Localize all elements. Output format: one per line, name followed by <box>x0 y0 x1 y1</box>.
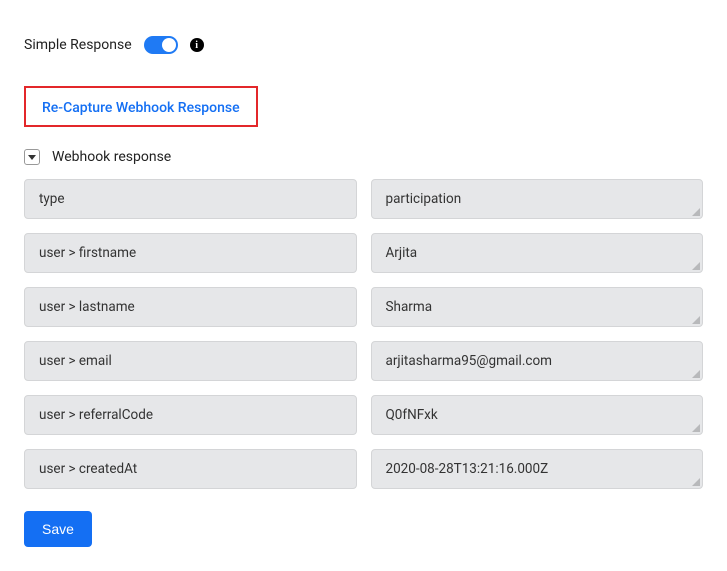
value-text: arjitasharma95@gmail.com <box>386 353 552 369</box>
value-cell[interactable]: arjitasharma95@gmail.com <box>371 341 704 381</box>
key-text: type <box>39 191 65 207</box>
chevron-down-icon <box>28 155 36 160</box>
collapse-toggle-button[interactable] <box>24 149 40 165</box>
value-cell[interactable]: 2020-08-28T13:21:16.000Z <box>371 449 704 489</box>
simple-response-row: Simple Response i <box>24 36 703 54</box>
recapture-highlight-box: Re-Capture Webhook Response <box>24 86 258 127</box>
toggle-knob <box>162 38 176 52</box>
value-text: participation <box>386 191 462 207</box>
value-cell[interactable]: Q0fNFxk <box>371 395 704 435</box>
key-cell[interactable]: user > firstname <box>24 233 357 273</box>
webhook-response-grid: type participation user > firstname Arji… <box>24 179 703 489</box>
key-text: user > referralCode <box>39 407 153 423</box>
webhook-response-label: Webhook response <box>52 149 171 165</box>
value-text: Arjita <box>386 245 418 261</box>
key-text: user > email <box>39 353 112 369</box>
key-text: user > firstname <box>39 245 136 261</box>
key-cell[interactable]: user > referralCode <box>24 395 357 435</box>
value-text: Q0fNFxk <box>386 407 438 423</box>
key-text: user > lastname <box>39 299 135 315</box>
save-button[interactable]: Save <box>24 511 92 547</box>
simple-response-toggle[interactable] <box>144 36 178 54</box>
value-cell[interactable]: Sharma <box>371 287 704 327</box>
key-cell[interactable]: user > lastname <box>24 287 357 327</box>
previous-line-fragment: save Button. <box>49 0 703 8</box>
key-cell[interactable]: type <box>24 179 357 219</box>
webhook-response-header: Webhook response <box>24 149 703 165</box>
value-cell[interactable]: Arjita <box>371 233 704 273</box>
key-cell[interactable]: user > createdAt <box>24 449 357 489</box>
simple-response-label: Simple Response <box>24 37 132 53</box>
value-text: Sharma <box>386 299 433 315</box>
key-cell[interactable]: user > email <box>24 341 357 381</box>
value-text: 2020-08-28T13:21:16.000Z <box>386 461 549 477</box>
value-cell[interactable]: participation <box>371 179 704 219</box>
recapture-webhook-link[interactable]: Re-Capture Webhook Response <box>42 100 240 116</box>
key-text: user > createdAt <box>39 461 137 477</box>
info-icon[interactable]: i <box>190 38 204 52</box>
